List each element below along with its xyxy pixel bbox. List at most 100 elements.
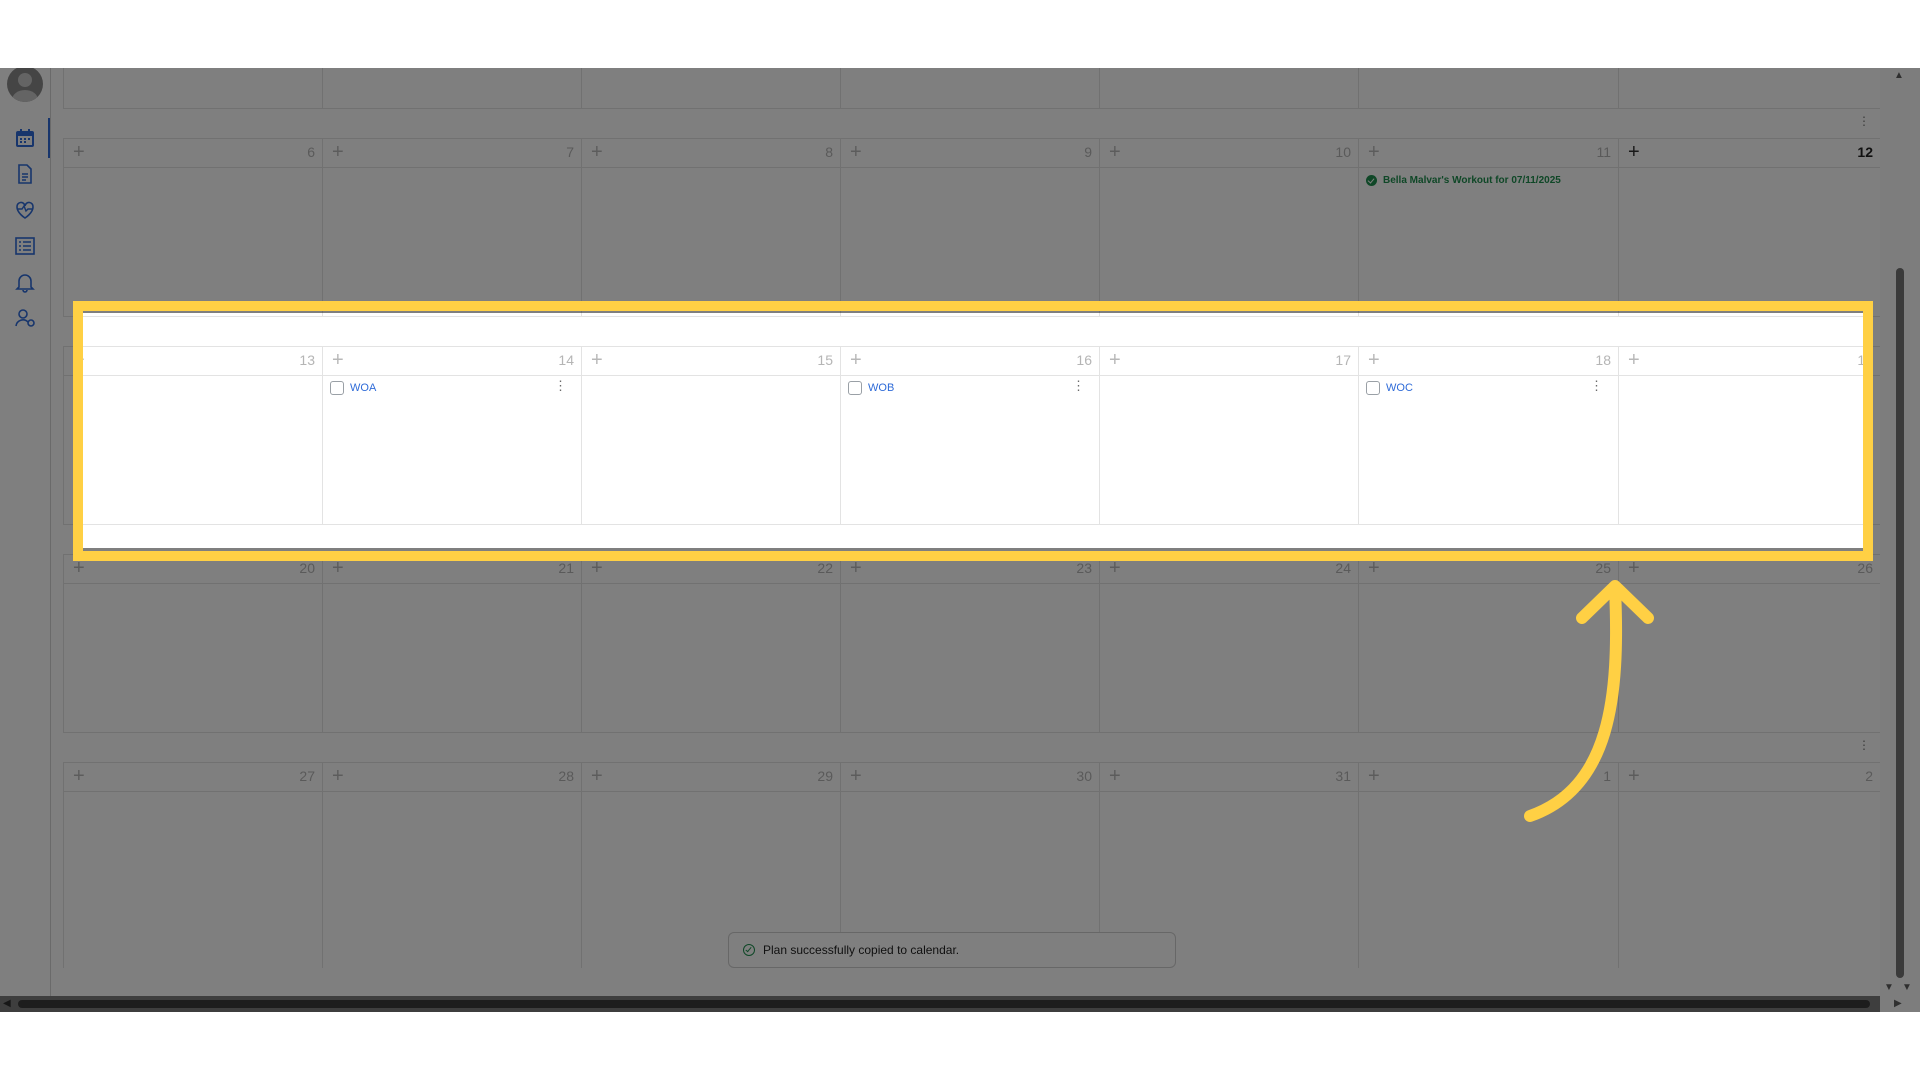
add-event-icon[interactable]: + xyxy=(1368,766,1380,786)
row-menu-icon[interactable]: ⋮ xyxy=(1858,115,1870,133)
user-avatar-icon[interactable] xyxy=(7,68,43,102)
add-event-icon[interactable]: + xyxy=(1109,558,1121,578)
scroll-down-arrow-icon[interactable]: ▼ xyxy=(1902,982,1912,993)
add-event-icon[interactable]: + xyxy=(1368,350,1380,370)
scroll-right-arrow-icon[interactable]: ▶ xyxy=(1894,998,1902,1009)
add-event-icon[interactable]: + xyxy=(1109,350,1121,370)
user-settings-icon[interactable] xyxy=(13,306,37,330)
day-number: 7 xyxy=(566,144,574,160)
add-event-icon[interactable]: + xyxy=(73,142,85,162)
day-number: 30 xyxy=(1076,768,1092,784)
day-number: 29 xyxy=(817,768,833,784)
add-event-icon[interactable]: + xyxy=(1109,766,1121,786)
scroll-down-arrow-icon[interactable]: ▼ xyxy=(1884,982,1894,993)
day-number-today: 12 xyxy=(1857,144,1873,160)
scroll-left-arrow-icon[interactable]: ◀ xyxy=(3,998,11,1009)
week-1-daybar: +6 +7 +8 +9 +10 +11 +12 xyxy=(63,138,1880,168)
add-event-icon[interactable]: + xyxy=(850,350,862,370)
week-2-daybar: +13 +14 +15 +16 +17 +18 +19 xyxy=(63,346,1880,376)
list-icon[interactable] xyxy=(13,234,37,258)
week-row-header: ⋮ xyxy=(63,732,1880,763)
day-number: 17 xyxy=(1335,352,1351,368)
horizontal-scrollbar[interactable]: ◀ ▶ xyxy=(0,996,1902,1012)
calendar-month-grid: ⋮ +6 +7 +8 +9 +10 +11 +12 Bella Malvar's… xyxy=(63,68,1880,968)
add-event-icon[interactable]: + xyxy=(332,350,344,370)
add-event-icon[interactable]: + xyxy=(591,142,603,162)
week-2-body: WOA ⋮ WOB ⋮ WOC ⋮ xyxy=(63,374,1880,524)
check-circle-icon xyxy=(743,944,755,956)
workout-event-woa[interactable]: WOA xyxy=(330,381,376,395)
scroll-up-arrow-icon[interactable]: ▲ xyxy=(1894,70,1904,81)
week-row-header: ⋮ xyxy=(63,108,1880,139)
bell-icon[interactable] xyxy=(13,270,37,294)
day-number: 19 xyxy=(1857,352,1873,368)
vertical-scrollbar[interactable]: ▲ ▼ ▼ xyxy=(1880,68,1920,1012)
row-menu-icon[interactable]: ⋮ xyxy=(1858,323,1870,341)
day-number: 15 xyxy=(817,352,833,368)
app-window: ⋮ +6 +7 +8 +9 +10 +11 +12 Bella Malvar's… xyxy=(0,68,1920,1012)
completed-workout-event[interactable]: Bella Malvar's Workout for 07/11/2025 xyxy=(1366,175,1561,186)
event-menu-icon[interactable]: ⋮ xyxy=(554,379,567,392)
week-3-body xyxy=(63,582,1880,732)
day-number: 11 xyxy=(1596,144,1611,160)
add-event-icon[interactable]: + xyxy=(332,558,344,578)
active-nav-indicator xyxy=(48,118,50,158)
event-checkbox[interactable] xyxy=(1366,381,1380,395)
day-number: 14 xyxy=(558,352,574,368)
add-event-icon[interactable]: + xyxy=(73,558,85,578)
add-event-icon[interactable]: + xyxy=(1368,558,1380,578)
add-event-icon[interactable]: + xyxy=(332,142,344,162)
day-number: 31 xyxy=(1335,768,1351,784)
add-event-icon[interactable]: + xyxy=(1109,142,1121,162)
add-event-icon[interactable]: + xyxy=(1628,766,1640,786)
success-toast: Plan successfully copied to calendar. xyxy=(728,932,1176,968)
add-event-icon[interactable]: + xyxy=(850,142,862,162)
document-icon[interactable] xyxy=(13,162,37,186)
add-event-icon[interactable]: + xyxy=(1628,558,1640,578)
calendar-icon[interactable] xyxy=(13,126,37,150)
day-number: 10 xyxy=(1335,144,1351,160)
add-event-icon[interactable]: + xyxy=(332,766,344,786)
day-number: 1 xyxy=(1603,768,1611,784)
day-number: 22 xyxy=(817,560,833,576)
add-event-icon[interactable]: + xyxy=(850,558,862,578)
completed-event-label: Bella Malvar's Workout for 07/11/2025 xyxy=(1383,175,1561,186)
toast-message: Plan successfully copied to calendar. xyxy=(763,943,960,957)
event-label: WOC xyxy=(1386,382,1413,394)
day-number: 23 xyxy=(1076,560,1092,576)
add-event-icon[interactable]: + xyxy=(1628,142,1640,162)
add-event-icon[interactable]: + xyxy=(1628,350,1640,370)
day-number: 21 xyxy=(558,560,574,576)
day-number: 16 xyxy=(1076,352,1092,368)
day-number: 18 xyxy=(1595,352,1611,368)
add-event-icon[interactable]: + xyxy=(73,766,85,786)
workout-event-wob[interactable]: WOB xyxy=(848,381,894,395)
horizontal-scroll-thumb[interactable] xyxy=(18,1000,1870,1008)
add-event-icon[interactable]: + xyxy=(591,558,603,578)
row-menu-icon[interactable]: ⋮ xyxy=(1858,531,1870,549)
day-number: 6 xyxy=(307,144,315,160)
day-number: 27 xyxy=(299,768,315,784)
add-event-icon[interactable]: + xyxy=(591,766,603,786)
row-menu-icon[interactable]: ⋮ xyxy=(1858,739,1870,757)
add-event-icon[interactable]: + xyxy=(73,350,85,370)
event-label: WOB xyxy=(868,382,895,394)
workout-event-woc[interactable]: WOC xyxy=(1366,381,1413,395)
heart-pulse-icon[interactable] xyxy=(13,198,37,222)
day-number: 8 xyxy=(825,144,833,160)
event-checkbox[interactable] xyxy=(330,381,344,395)
vertical-scroll-thumb[interactable] xyxy=(1896,268,1904,978)
day-number: 26 xyxy=(1857,560,1873,576)
add-event-icon[interactable]: + xyxy=(850,766,862,786)
week-row-header: ⋮ xyxy=(63,316,1880,347)
event-menu-icon[interactable]: ⋮ xyxy=(1590,379,1603,392)
day-number: 20 xyxy=(299,560,315,576)
sidebar xyxy=(0,68,51,1012)
previous-week-strip xyxy=(63,68,1880,108)
event-checkbox[interactable] xyxy=(848,381,862,395)
add-event-icon[interactable]: + xyxy=(1368,142,1380,162)
day-number: 13 xyxy=(299,352,315,368)
add-event-icon[interactable]: + xyxy=(591,350,603,370)
event-menu-icon[interactable]: ⋮ xyxy=(1072,379,1085,392)
day-number: 25 xyxy=(1595,560,1611,576)
